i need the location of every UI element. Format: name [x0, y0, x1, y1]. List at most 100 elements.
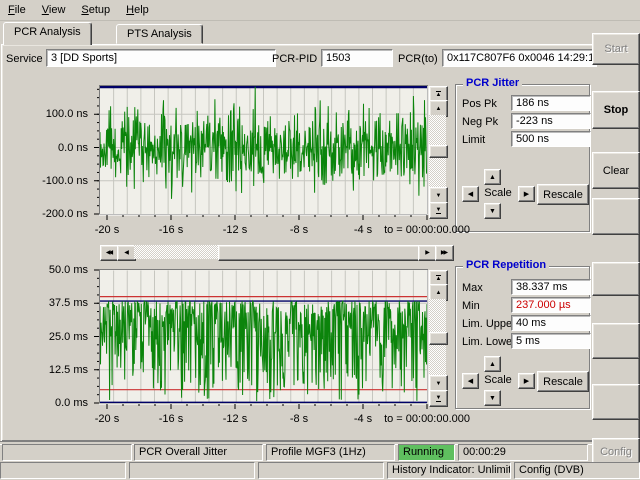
jitter-label-3: Limit: [462, 132, 485, 148]
repetition-scale-left-button[interactable]: ◀: [462, 373, 479, 389]
jitter-label-2: Neg Pk: [462, 114, 498, 130]
right-arrow-icon: ▶: [524, 377, 529, 385]
plot-rep-xtick-1: -20 s: [85, 413, 129, 425]
repetition-label-1: Max: [462, 280, 483, 296]
plot-jitter-xtick-1: -20 s: [85, 224, 129, 236]
repetition-label-2: Min: [462, 298, 480, 314]
repetition-value-2: 237.000 µs: [511, 297, 591, 313]
status1-panel-1: [2, 444, 132, 461]
status1-panel-3: Profile MGF3 (1Hz): [266, 444, 395, 461]
repetition-vscroll-thumb[interactable]: [429, 332, 448, 345]
plot-rep-xtick-3: -12 s: [213, 413, 257, 425]
plot-rep-ytick-1: 50.0 ms: [32, 264, 88, 276]
plot-rep-ytick-4: 12.5 ms: [32, 364, 88, 376]
repetition-rescale-button[interactable]: Rescale: [537, 371, 589, 392]
left-arrow-icon: ◀: [124, 250, 129, 256]
jitter-scale-up-button[interactable]: ▲: [484, 169, 501, 185]
pcr-to-field[interactable]: 0x117C807F6 0x0046 14:29:15: [442, 49, 597, 67]
service-label: Service: [6, 51, 43, 67]
jitter-value-2: -223 ns: [511, 113, 591, 129]
jitter-scale-down-button[interactable]: ▼: [484, 203, 501, 219]
repetition-label-3: Lim. Upper: [462, 316, 516, 332]
right-arrow-icon: ▶: [524, 190, 529, 198]
config-button[interactable]: Config: [592, 438, 640, 465]
repetition-vscrollbar[interactable]: ▲▲▼▼: [429, 270, 446, 405]
plot-rep-x-end-label: to = 00:00:00.000: [375, 413, 470, 425]
scrollbar-thumb[interactable]: [218, 245, 420, 261]
status2-panel-1: [0, 462, 126, 479]
left-arrow-icon: ◀: [468, 190, 473, 198]
status2-panel-4: History Indicator: Unlimited: [387, 462, 511, 479]
down-arrow-icon: ▼: [489, 208, 496, 215]
clear-button[interactable]: Clear: [592, 152, 640, 189]
jitter-vscrollbar[interactable]: ▲▲▼▼: [429, 86, 446, 217]
plot-jitter-ytick-2: 0.0 ns: [32, 142, 88, 154]
jitter-value-1: 186 ns: [511, 95, 591, 111]
spare-1-button[interactable]: [592, 198, 640, 235]
up-arrow-icon: ▲: [489, 361, 496, 368]
pcr-jitter-title: PCR Jitter: [463, 77, 522, 89]
jitter-scale-label: Scale: [479, 186, 517, 200]
left-arrow-icon: ◀: [468, 377, 473, 385]
tab-pcr-analysis[interactable]: PCR Analysis: [3, 22, 92, 45]
plot-jitter-ytick-1: 100.0 ns: [32, 108, 88, 120]
right-arrow-icon: ▶: [425, 250, 430, 256]
jitter-label-1: Pos Pk: [462, 96, 497, 112]
status2-panel-5: Config (DVB): [514, 462, 640, 479]
status1-panel-4: Running: [398, 444, 455, 461]
jitter-scale-left-button[interactable]: ◀: [462, 186, 479, 202]
menu-view[interactable]: View: [34, 0, 74, 20]
menu-bar: FileViewSetupHelp: [0, 0, 640, 21]
tab-pts-analysis[interactable]: PTS Analysis: [116, 24, 203, 44]
spare-2-button[interactable]: [592, 262, 640, 296]
repetition-scale-up-button[interactable]: ▲: [484, 356, 501, 372]
menu-setup[interactable]: Setup: [73, 0, 118, 20]
plot-rep-ytick-2: 37.5 ms: [32, 297, 88, 309]
up-arrow-icon: ▲: [489, 174, 496, 181]
start-button[interactable]: Start: [592, 33, 640, 65]
status2-panel-2: [129, 462, 255, 479]
service-field[interactable]: 3 [DD Sports]: [46, 49, 276, 67]
plot-jitter-xtick-3: -12 s: [213, 224, 257, 236]
jitter-scroll-bottom-button[interactable]: ▼: [429, 202, 448, 219]
repetition-scale-right-button[interactable]: ▶: [518, 373, 535, 389]
plot-jitter-xtick-2: -16 s: [149, 224, 193, 236]
jitter-vscroll-thumb[interactable]: [429, 145, 448, 158]
pcr-jitter-plot: [92, 86, 433, 226]
repetition-value-1: 38.337 ms: [511, 279, 591, 295]
pcr-repetition-title: PCR Repetition: [463, 259, 549, 271]
pcr-pid-field[interactable]: 1503: [321, 49, 393, 67]
repetition-value-3: 40 ms: [511, 315, 591, 331]
status2-panel-3: [258, 462, 384, 479]
spare-3-button[interactable]: [592, 323, 640, 359]
repetition-scale-down-button[interactable]: ▼: [484, 390, 501, 406]
plot-rep-ytick-5: 0.0 ms: [32, 397, 88, 409]
status1-panel-5: 00:00:29: [458, 444, 588, 461]
time-scrollbar[interactable]: ◀◀ ◀ ▶ ▶▶: [100, 245, 452, 259]
spare-4-button[interactable]: [592, 384, 640, 420]
scrollbar-track[interactable]: [134, 245, 218, 259]
jitter-scale-right-button[interactable]: ▶: [518, 186, 535, 202]
repetition-scale-label: Scale: [479, 373, 517, 387]
repetition-value-4: 5 ms: [511, 333, 591, 349]
plot-rep-ytick-3: 25.0 ms: [32, 331, 88, 343]
plot-jitter-ytick-4: -200.0 ns: [32, 208, 88, 220]
status1-panel-2: PCR Overall Jitter: [134, 444, 263, 461]
plot-rep-xtick-2: -16 s: [149, 413, 193, 425]
jitter-rescale-button[interactable]: Rescale: [537, 184, 589, 205]
menu-file[interactable]: File: [0, 0, 34, 20]
menu-help[interactable]: Help: [118, 0, 157, 20]
plot-jitter-ytick-3: -100.0 ns: [32, 175, 88, 187]
repetition-scroll-bottom-button[interactable]: ▼: [429, 390, 448, 407]
jitter-value-3: 500 ns: [511, 131, 591, 147]
pcr-repetition-plot: [92, 270, 433, 410]
stop-button[interactable]: Stop: [592, 91, 640, 129]
plot-jitter-x-end-label: to = 00:00:00.000: [375, 224, 470, 236]
pcr-pid-label: PCR-PID: [272, 51, 317, 67]
app-window: FileViewSetupHelp PCR Analysis PTS Analy…: [0, 0, 640, 480]
scroll-far-right-button[interactable]: ▶▶: [435, 245, 454, 261]
pcr-repetition-groupbox: PCR Repetition Max38.337 msMin237.000 µs…: [455, 266, 590, 409]
plot-rep-xtick-4: -8 s: [277, 413, 321, 425]
pcr-jitter-groupbox: PCR Jitter Pos Pk186 nsNeg Pk-223 nsLimi…: [455, 84, 590, 232]
plot-jitter-xtick-4: -8 s: [277, 224, 321, 236]
